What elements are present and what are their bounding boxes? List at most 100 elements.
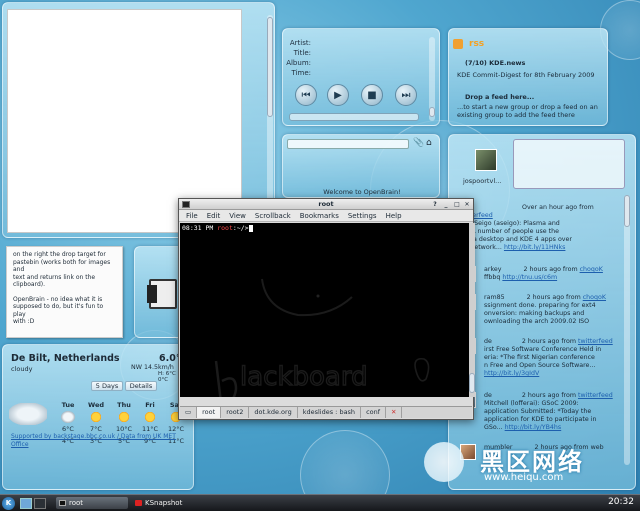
kde-menu-icon[interactable]: K <box>2 497 15 510</box>
feed-subtitle[interactable]: KDE Commit-Digest for 8th February 2009 <box>457 71 595 79</box>
tab-conf[interactable]: conf <box>361 407 387 418</box>
window-titlebar[interactable]: root ? _ □ ✕ <box>179 199 473 210</box>
clock[interactable]: 20:32 <box>608 497 634 507</box>
tweet-link[interactable]: http://bit.ly/YB4hs <box>505 424 562 431</box>
tweet-head: 2 hours ago from <box>521 338 576 345</box>
konsole-window[interactable]: root ? _ □ ✕ File Edit View Scrollback B… <box>178 198 475 420</box>
tweet-line: n Free and Open Source Software... <box>484 362 596 369</box>
tweet-head: 2 hours ago from <box>523 266 578 273</box>
close-tab-icon[interactable]: ✕ <box>386 407 403 418</box>
clipboard-icon <box>147 279 177 309</box>
minimize-icon[interactable]: _ <box>442 201 450 208</box>
time-label: Time: <box>291 69 312 77</box>
tweet-line: onversion: making backups and <box>484 310 585 317</box>
openbrain-widget: 📎 ⌂ Welcome to OpenBrain! <box>282 134 440 198</box>
menu-help[interactable]: Help <box>386 210 402 221</box>
cloud-icon <box>9 403 47 425</box>
note-line: with :D <box>13 318 35 325</box>
camera-icon <box>135 500 142 506</box>
tweet-entry: de 2 hours ago from twitterfeed irst Fre… <box>458 338 622 378</box>
menu-edit[interactable]: Edit <box>207 210 221 221</box>
tab-root2[interactable]: root2 <box>221 407 250 418</box>
tab-details[interactable]: Details <box>125 381 157 391</box>
tweet-line: Mitchell (lofferai): GSoC 2009: <box>484 400 579 407</box>
forecast-day-name: Fri <box>145 401 155 409</box>
openbrain-input[interactable] <box>287 139 409 149</box>
tweet-source[interactable]: twitterfeed <box>578 338 613 345</box>
close-icon[interactable]: ✕ <box>463 201 471 208</box>
sun-cloud-icon <box>118 411 130 423</box>
new-tab-icon[interactable]: ▭ <box>180 407 198 418</box>
openbrain-welcome: Welcome to OpenBrain! <box>323 188 401 196</box>
tweet-link[interactable]: http://tnu.us/c6m <box>502 274 557 281</box>
tweet-line: ffbbq <box>484 274 501 281</box>
home-icon[interactable]: ⌂ <box>426 138 432 148</box>
feed-title[interactable]: (7/10) KDE.news <box>465 59 525 67</box>
forecast-day-name: Tue <box>61 401 75 409</box>
task-ksnapshot[interactable]: KSnapshot <box>132 497 212 509</box>
task-root[interactable]: root <box>56 497 128 509</box>
tweet-link[interactable]: http://bit.ly/3gIdV <box>484 370 539 377</box>
tweet-user: de <box>484 338 492 345</box>
menu-view[interactable]: View <box>229 210 246 221</box>
terminal-scrollbar-thumb[interactable] <box>469 373 475 393</box>
tab-bar: ▭ root root2 dot.kde.org kdeslides : bas… <box>180 406 472 418</box>
task-label: KSnapshot <box>145 499 183 507</box>
tweet-head: Over an hour ago from <box>522 204 594 211</box>
prompt-time: 08:31 PM <box>182 224 214 232</box>
note-line: text and returns link on the <box>13 273 96 281</box>
play-button[interactable]: ▶ <box>327 84 349 106</box>
watermark-logo <box>424 442 464 482</box>
seek-slider[interactable] <box>289 113 419 121</box>
cursor <box>248 224 253 232</box>
note-line: on the right the drop target for <box>13 251 106 258</box>
note-line: supposed to do, but it's fun to play <box>13 303 104 318</box>
previous-button[interactable]: ⏮ <box>295 84 317 106</box>
feed-subtitle: ...to start a new group or drop a feed o… <box>457 103 598 119</box>
twitter-scrollbar[interactable] <box>624 195 630 465</box>
menu-scrollback[interactable]: Scrollback <box>255 210 291 221</box>
status-input[interactable] <box>513 139 625 189</box>
tweet-link[interactable]: http://bit.ly/11HNks <box>504 244 566 251</box>
forecast-high: 11°C <box>141 425 159 433</box>
notes-scrollbar-thumb[interactable] <box>267 17 273 117</box>
attach-icon[interactable]: 📎 <box>413 138 424 148</box>
pager-desktop-2[interactable] <box>34 498 46 509</box>
note-line: clipboard). <box>13 281 46 288</box>
pager-desktop-1[interactable] <box>20 498 32 509</box>
tab-5-days[interactable]: 5 Days <box>91 381 123 391</box>
tweet-line: irst Free Software Conference Held in <box>484 346 602 353</box>
menu-bar: File Edit View Scrollback Bookmarks Sett… <box>179 210 473 222</box>
terminal-scrollbar[interactable] <box>469 223 475 397</box>
volume-thumb[interactable] <box>429 107 435 117</box>
blackboard-drawing: lackboard <box>214 278 430 397</box>
tweet-source[interactable]: choqoK <box>583 294 606 301</box>
stop-button[interactable]: ■ <box>361 84 383 106</box>
title-label: Title: <box>293 49 311 57</box>
help-icon[interactable]: ? <box>431 201 439 208</box>
note-line: OpenBrain - no idea what it is <box>13 295 103 303</box>
weather-source-link[interactable]: Supported by backstage.bbc.co.uk / Data … <box>11 433 191 448</box>
terminal-area[interactable]: 08:31 PM root:~/> lackboard <box>180 223 469 397</box>
tab-root[interactable]: root <box>197 407 222 418</box>
tweet-line: application Submitted: *Today the <box>484 408 592 415</box>
tweet-line: GSo... <box>484 424 503 431</box>
menu-file[interactable]: File <box>186 210 198 221</box>
taskbar: K root KSnapshot 20:32 <box>0 494 640 511</box>
tweet-head: 2 hours ago from <box>521 392 576 399</box>
rss-logo: rss <box>469 39 485 49</box>
artist-label: Artist: <box>289 39 311 47</box>
forecast-high: 12°C <box>167 425 185 433</box>
maximize-icon[interactable]: □ <box>453 201 461 208</box>
tweet-line: lasma desktop and KDE 4 apps over <box>458 236 572 243</box>
menu-bookmarks[interactable]: Bookmarks <box>300 210 339 221</box>
next-button[interactable]: ⏭ <box>395 84 417 106</box>
tweet-entry: de 2 hours ago from twitterfeed Mitchell… <box>458 392 622 432</box>
volume-slider[interactable] <box>429 37 435 121</box>
tab-dot-kde[interactable]: dot.kde.org <box>249 407 298 418</box>
tweet-source[interactable]: twitterfeed <box>578 392 613 399</box>
tweet-source[interactable]: choqoK <box>580 266 603 273</box>
menu-settings[interactable]: Settings <box>348 210 377 221</box>
twitter-scrollbar-thumb[interactable] <box>624 195 630 227</box>
tab-kdeslides[interactable]: kdeslides : bash <box>298 407 362 418</box>
